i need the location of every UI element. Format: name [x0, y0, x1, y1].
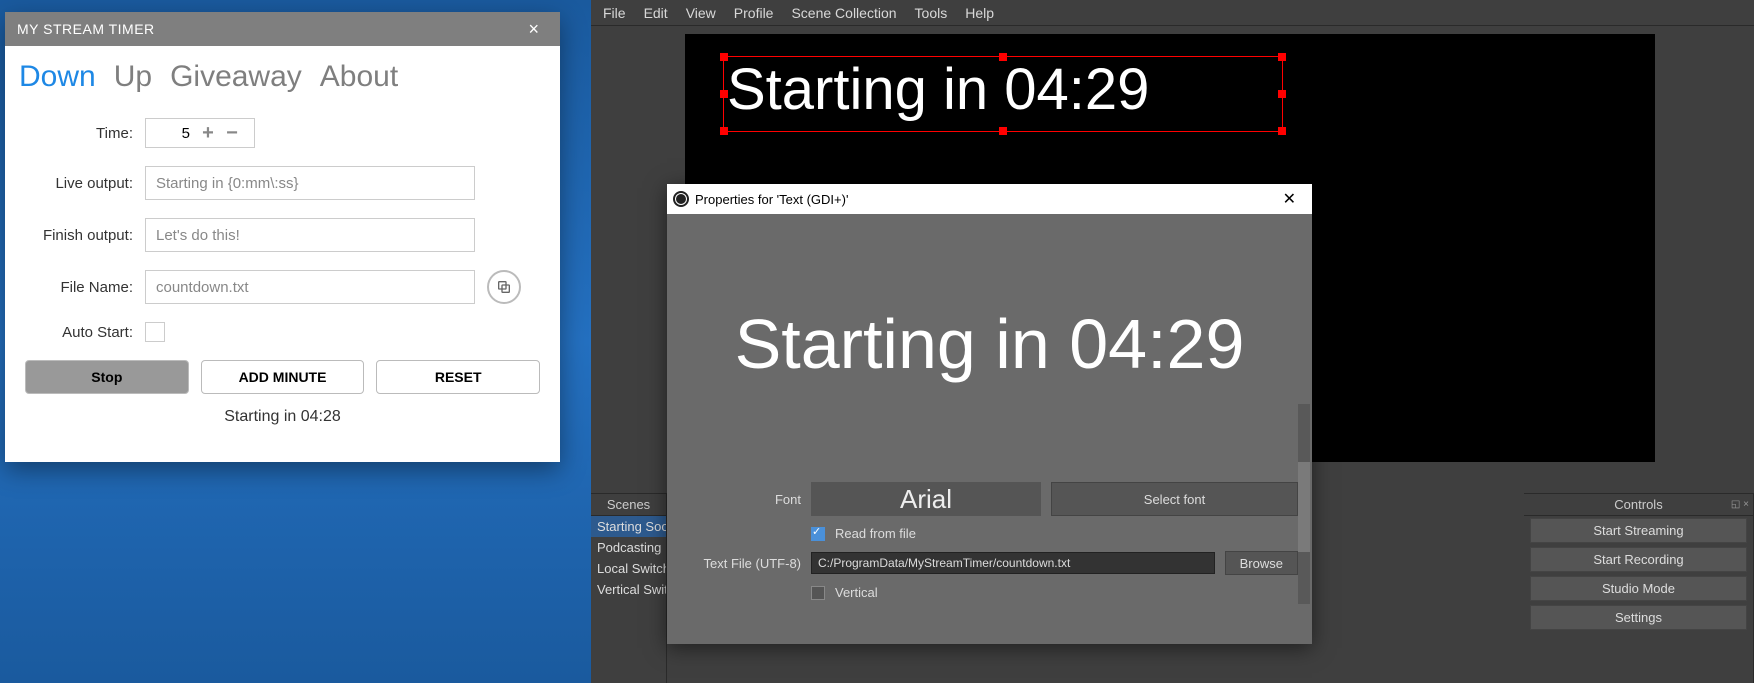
- browse-button[interactable]: Browse: [1225, 551, 1298, 575]
- tab-about[interactable]: About: [320, 60, 398, 94]
- stream-timer-tabs: Down Up Giveaway About: [5, 46, 560, 100]
- stream-timer-body: Time: + − Live output: Finish output: Fi…: [5, 100, 560, 342]
- live-output-input[interactable]: [145, 166, 475, 200]
- resize-handle-se[interactable]: [1278, 127, 1286, 135]
- file-name-input[interactable]: [145, 270, 475, 304]
- menu-scene-collection[interactable]: Scene Collection: [791, 5, 896, 21]
- controls-header: Controls ◱ ×: [1524, 494, 1753, 516]
- menu-view[interactable]: View: [686, 5, 716, 21]
- start-recording-button[interactable]: Start Recording: [1530, 547, 1747, 572]
- plus-icon[interactable]: +: [196, 119, 220, 147]
- close-icon[interactable]: ✕: [1275, 189, 1304, 209]
- menu-file[interactable]: File: [603, 5, 626, 21]
- studio-mode-button[interactable]: Studio Mode: [1530, 576, 1747, 601]
- text-file-input[interactable]: [811, 552, 1215, 574]
- time-stepper[interactable]: + −: [145, 118, 255, 148]
- stream-timer-buttons: Stop ADD MINUTE RESET: [5, 360, 560, 394]
- menu-help[interactable]: Help: [965, 5, 994, 21]
- menu-tools[interactable]: Tools: [915, 5, 948, 21]
- tab-up[interactable]: Up: [114, 60, 152, 94]
- scenes-panel: Scenes Starting Soo Podcasting Local Swi…: [591, 493, 667, 683]
- label-read-from-file: Read from file: [835, 526, 916, 541]
- stream-timer-window: MY STREAM TIMER × Down Up Giveaway About…: [5, 12, 560, 462]
- selection-box[interactable]: [723, 56, 1283, 132]
- properties-titlebar[interactable]: Properties for 'Text (GDI+)' ✕: [667, 184, 1312, 214]
- label-live-output: Live output:: [25, 175, 133, 192]
- stream-timer-status: Starting in 04:28: [5, 408, 560, 426]
- stream-timer-titlebar[interactable]: MY STREAM TIMER ×: [5, 12, 560, 46]
- label-auto-start: Auto Start:: [25, 324, 133, 341]
- auto-start-checkbox[interactable]: [145, 322, 165, 342]
- controls-header-label: Controls: [1614, 497, 1662, 512]
- resize-handle-n[interactable]: [999, 53, 1007, 61]
- close-icon[interactable]: ×: [514, 12, 554, 46]
- label-time: Time:: [25, 125, 133, 142]
- stop-button[interactable]: Stop: [25, 360, 189, 394]
- menu-profile[interactable]: Profile: [734, 5, 774, 21]
- font-preview: Arial: [811, 482, 1041, 516]
- minus-icon[interactable]: −: [220, 119, 244, 147]
- vertical-checkbox[interactable]: [811, 586, 825, 600]
- stream-timer-title: MY STREAM TIMER: [17, 21, 155, 37]
- menu-edit[interactable]: Edit: [644, 5, 668, 21]
- resize-handle-sw[interactable]: [720, 127, 728, 135]
- label-font: Font: [681, 492, 801, 507]
- obs-logo-icon: [673, 191, 689, 207]
- label-file-name: File Name:: [25, 279, 133, 296]
- reset-button[interactable]: RESET: [376, 360, 540, 394]
- properties-title: Properties for 'Text (GDI+)': [695, 192, 848, 207]
- resize-handle-w[interactable]: [720, 90, 728, 98]
- resize-handle-s[interactable]: [999, 127, 1007, 135]
- controls-panel: Controls ◱ × Start Streaming Start Recor…: [1524, 493, 1754, 683]
- properties-dialog: Properties for 'Text (GDI+)' ✕ Starting …: [667, 184, 1312, 644]
- scenes-header-label: Scenes: [607, 497, 650, 512]
- scrollbar-thumb[interactable]: [1298, 462, 1310, 552]
- scene-item[interactable]: Starting Soo: [591, 516, 666, 537]
- read-from-file-checkbox[interactable]: [811, 527, 825, 541]
- settings-button[interactable]: Settings: [1530, 605, 1747, 630]
- time-input[interactable]: [146, 125, 196, 142]
- resize-handle-ne[interactable]: [1278, 53, 1286, 61]
- properties-preview-text: Starting in 04:29: [735, 304, 1245, 384]
- select-font-button[interactable]: Select font: [1051, 482, 1298, 516]
- obs-menubar: File Edit View Profile Scene Collection …: [591, 0, 1754, 26]
- copy-icon[interactable]: [487, 270, 521, 304]
- popout-icon[interactable]: ◱ ×: [1731, 499, 1749, 510]
- tab-giveaway[interactable]: Giveaway: [170, 60, 302, 94]
- properties-scrollbar[interactable]: [1298, 404, 1310, 604]
- add-minute-button[interactable]: ADD MINUTE: [201, 360, 365, 394]
- label-text-file: Text File (UTF-8): [681, 556, 801, 571]
- start-streaming-button[interactable]: Start Streaming: [1530, 518, 1747, 543]
- properties-form: Font Arial Select font Read from file Te…: [667, 478, 1312, 614]
- label-finish-output: Finish output:: [25, 227, 133, 244]
- tab-down[interactable]: Down: [19, 60, 96, 94]
- properties-preview: Starting in 04:29: [671, 218, 1308, 470]
- scenes-list[interactable]: Starting Soo Podcasting Local Switch Ver…: [591, 516, 666, 683]
- scene-item[interactable]: Podcasting: [591, 537, 666, 558]
- scenes-header: Scenes: [591, 494, 666, 516]
- scene-item[interactable]: Local Switch: [591, 558, 666, 579]
- scene-item[interactable]: Vertical Swit: [591, 579, 666, 600]
- label-vertical: Vertical: [835, 585, 878, 600]
- resize-handle-nw[interactable]: [720, 53, 728, 61]
- resize-handle-e[interactable]: [1278, 90, 1286, 98]
- finish-output-input[interactable]: [145, 218, 475, 252]
